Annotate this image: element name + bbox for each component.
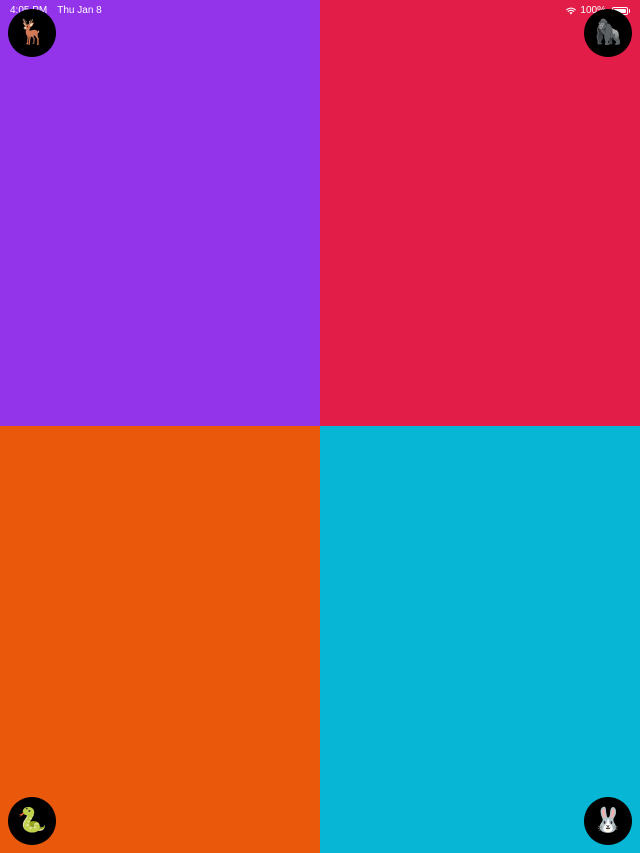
gorilla-button[interactable]: 🦍 xyxy=(584,9,632,57)
quadrant-bottom-right[interactable] xyxy=(320,426,640,853)
snake-button[interactable]: 🐍 xyxy=(8,797,56,845)
status-date: Thu Jan 8 xyxy=(57,5,102,16)
status-bar: 4:05 PM Thu Jan 8 100% xyxy=(0,0,640,20)
snake-icon: 🐍 xyxy=(17,807,47,834)
quadrant-top-left[interactable] xyxy=(0,0,320,426)
game-screen: 4:05 PM Thu Jan 8 100% 🦌 🦍 🐍 🐰 xyxy=(0,0,640,853)
gorilla-icon: 🦍 xyxy=(593,19,623,46)
rabbit-button[interactable]: 🐰 xyxy=(584,797,632,845)
deer-icon: 🦌 xyxy=(17,19,47,46)
deer-button[interactable]: 🦌 xyxy=(8,9,56,57)
quadrant-bottom-left[interactable] xyxy=(0,426,320,853)
quadrant-top-right[interactable] xyxy=(320,0,640,426)
rabbit-icon: 🐰 xyxy=(593,807,623,834)
wifi-icon xyxy=(566,7,577,14)
